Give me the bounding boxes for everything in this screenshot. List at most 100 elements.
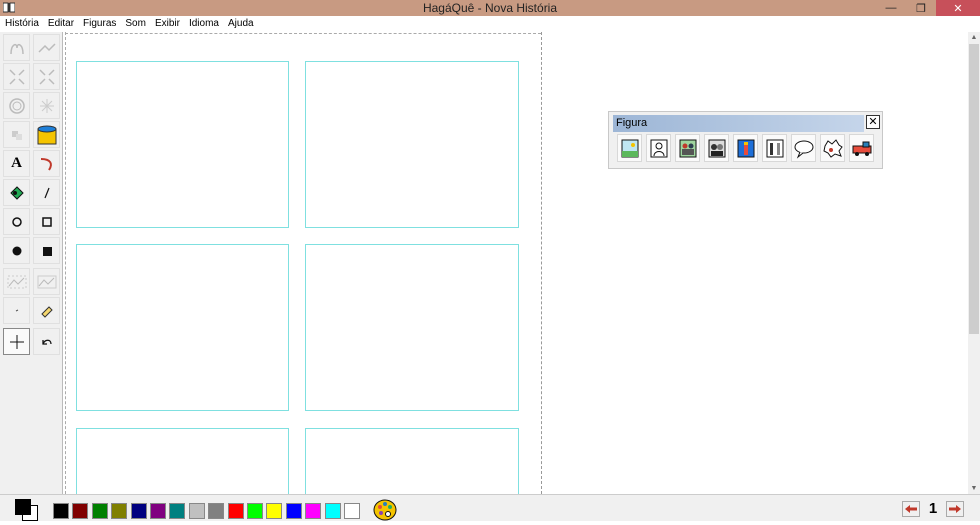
flip-tool-button[interactable] (3, 34, 30, 61)
color-swatch[interactable] (324, 503, 341, 519)
object-button[interactable] (733, 134, 758, 162)
previous-page-button[interactable] (902, 500, 920, 517)
color-swatch[interactable] (130, 503, 147, 519)
status-bar: 1 (0, 494, 980, 521)
select-tool-button[interactable] (3, 328, 30, 355)
onomatopoeia-button[interactable] (820, 134, 845, 162)
menu-figuras[interactable]: Figuras (78, 16, 120, 32)
filled-ellipse-tool-button[interactable] (3, 237, 30, 264)
crosshair-icon (9, 334, 24, 349)
cut-figure-button[interactable] (33, 268, 60, 295)
menu-ajuda[interactable]: Ajuda (223, 16, 258, 32)
shrink-tool-button[interactable] (3, 63, 30, 90)
scroll-up-icon[interactable]: ▲ (968, 32, 980, 43)
vertical-scrollbar[interactable]: ▲ ▼ (968, 32, 980, 494)
square-filled-icon (42, 246, 52, 256)
color-swatch[interactable] (188, 503, 205, 519)
fill-tool-button[interactable] (3, 179, 30, 206)
balloon-button[interactable] (791, 134, 816, 162)
comic-panel-6[interactable] (305, 428, 519, 498)
color-swatch[interactable] (150, 503, 166, 519)
speech-balloon-icon (794, 140, 813, 159)
menu-som[interactable]: Som (120, 16, 150, 32)
pencil-tool-button[interactable] (3, 297, 30, 324)
circle-filled-icon (12, 246, 21, 255)
menu-editar[interactable]: Editar (43, 16, 78, 32)
color-swatch[interactable] (247, 503, 263, 519)
layers-icon (11, 130, 22, 140)
objects-button[interactable] (762, 134, 787, 162)
color-swatch[interactable] (305, 503, 322, 519)
vehicle-icon (852, 141, 871, 156)
comic-panel-4[interactable] (305, 244, 519, 411)
circle-outline-icon (11, 216, 22, 227)
dot-icon (15, 309, 18, 311)
paint-bucket-icon (37, 125, 56, 144)
group-button[interactable] (675, 134, 700, 162)
color-swatch[interactable] (111, 503, 128, 519)
sparkle-icon (39, 98, 54, 113)
person-button[interactable] (646, 134, 671, 162)
person-icon (650, 139, 667, 158)
color-swatch[interactable] (266, 503, 283, 519)
mirror-icon (37, 42, 56, 53)
close-button[interactable]: ✕ (936, 0, 980, 16)
crop-tool-button[interactable] (3, 268, 30, 295)
color-swatch[interactable] (285, 503, 302, 519)
figura-close-button[interactable]: ✕ (866, 115, 880, 129)
menu-exibir[interactable]: Exibir (150, 16, 184, 32)
comic-panel-3[interactable] (76, 244, 289, 411)
color-swatch[interactable] (72, 503, 89, 519)
figura-toolbar-title: Figura (613, 115, 864, 132)
scenery-button[interactable] (617, 134, 642, 162)
text-tool-button[interactable]: A (3, 150, 30, 177)
mirror-tool-button[interactable] (33, 34, 60, 61)
menu-bar: História Editar Figuras Som Exibir Idiom… (0, 16, 980, 32)
rectangle-tool-button[interactable] (33, 208, 60, 235)
color-swatch[interactable] (208, 503, 225, 519)
vehicle-button[interactable] (849, 134, 874, 162)
comic-panel-2[interactable] (305, 61, 519, 228)
ellipse-tool-button[interactable] (3, 208, 30, 235)
eraser-tool-button[interactable] (33, 297, 60, 324)
curve-tool-button[interactable] (33, 150, 60, 177)
comic-panel-1[interactable] (76, 61, 289, 228)
page-top-border (65, 33, 541, 34)
character-icon (708, 139, 725, 158)
line-icon (43, 187, 50, 198)
page-right-border (541, 32, 542, 494)
primary-color-swatch[interactable] (15, 499, 31, 515)
scene-icon (621, 139, 638, 158)
effect-tool-button[interactable] (33, 92, 60, 119)
rotate-icon (8, 97, 25, 114)
color-swatch[interactable] (53, 503, 69, 519)
undo-button[interactable] (33, 328, 60, 355)
line-tool-button[interactable] (33, 179, 60, 206)
menu-idioma[interactable]: Idioma (184, 16, 223, 32)
color-swatch[interactable] (91, 503, 108, 519)
scroll-down-icon[interactable]: ▼ (968, 483, 980, 494)
arrow-left-icon (905, 504, 917, 513)
bottle-icon (737, 139, 754, 158)
page-navigation: 1 (902, 500, 964, 517)
filled-rectangle-tool-button[interactable] (33, 237, 60, 264)
comic-panel-5[interactable] (76, 428, 289, 498)
character-button[interactable] (704, 134, 729, 162)
scrollbar-thumb[interactable] (969, 44, 979, 334)
layer-tool-button[interactable] (3, 121, 30, 148)
color-swatch[interactable] (169, 503, 186, 519)
color-swatch[interactable] (227, 503, 244, 519)
square-outline-icon (41, 216, 52, 227)
eraser-icon (40, 305, 53, 318)
rotate-tool-button[interactable] (3, 92, 30, 119)
enlarge-tool-button[interactable] (33, 63, 60, 90)
menu-historia[interactable]: História (0, 16, 43, 32)
next-page-button[interactable] (946, 500, 964, 517)
paint-bucket-button[interactable] (33, 121, 60, 148)
group-icon (679, 139, 696, 158)
color-swatch[interactable] (344, 503, 360, 519)
minimize-button[interactable]: — (876, 0, 906, 16)
maximize-button[interactable]: ❐ (906, 0, 936, 16)
cut-figure-icon (37, 275, 56, 288)
page-number: 1 (928, 500, 938, 517)
